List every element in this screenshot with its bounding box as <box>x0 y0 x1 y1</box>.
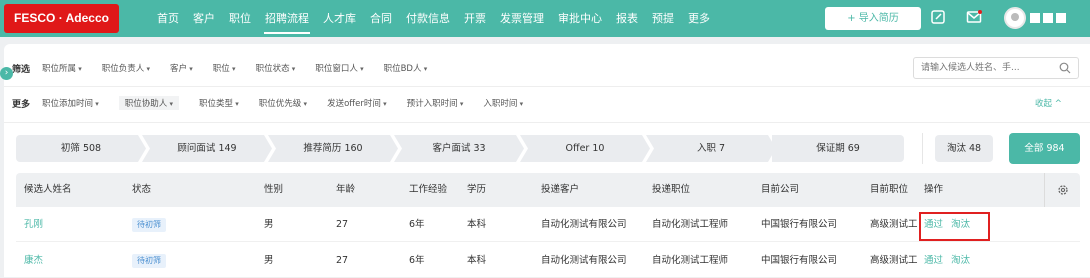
filter-assistant[interactable]: 职位协助人 <box>118 96 180 110</box>
cell-gender: 男 <box>264 255 274 266</box>
nav-item-recruiting-flow[interactable]: 招聘流程 <box>258 0 316 37</box>
cell-position: 自动化测试工程师 <box>652 219 729 230</box>
mail-icon[interactable] <box>966 9 984 27</box>
cell-client: 自动化测试有限公司 <box>541 219 627 230</box>
candidate-name-link[interactable]: 孔刚 <box>24 207 43 242</box>
nav-item-contracts[interactable]: 合同 <box>363 0 399 37</box>
more-filter-label: 更多 <box>12 99 31 110</box>
candidate-search-box <box>913 57 1079 79</box>
nav-item-talent-pool[interactable]: 人才库 <box>316 0 363 37</box>
col-education: 学历 <box>467 184 487 195</box>
cell-company: 中国银行有限公司 <box>761 255 838 266</box>
col-actions: 操作 <box>924 184 944 195</box>
stage-offer[interactable]: Offer 10 <box>520 135 650 162</box>
cell-experience: 6年 <box>409 255 425 266</box>
user-name-redacted[interactable] <box>1030 13 1066 23</box>
filter-onboard-time[interactable]: 入职时间 <box>483 97 523 109</box>
highlight-box <box>919 212 990 241</box>
filter-row-primary: 筛选 职位所属 职位负责人 客户 职位 职位状态 职位窗口人 职位BD人 <box>12 60 447 76</box>
edit-icon[interactable] <box>930 9 948 27</box>
pass-button[interactable]: 通过 <box>924 243 943 278</box>
filter-label: 筛选 <box>12 64 31 75</box>
col-current-company: 目前公司 <box>761 184 800 195</box>
expand-sidebar-icon[interactable]: › <box>0 67 13 80</box>
divider <box>922 133 923 164</box>
nav-item-approvals[interactable]: 审批中心 <box>551 0 609 37</box>
filter-offer-time[interactable]: 发送offer时间 <box>327 97 387 109</box>
cell-gender: 男 <box>264 219 274 230</box>
status-badge: 待初筛 <box>132 254 166 268</box>
cell-current-position: 高级测试工 <box>870 255 918 266</box>
gear-icon <box>1058 185 1068 195</box>
stage-pipeline: 初筛 508 顾问面试 149 推荐简历 160 客户面试 33 Offer 1… <box>16 135 904 162</box>
cell-experience: 6年 <box>409 219 425 230</box>
divider <box>4 86 1090 87</box>
nav-item-home[interactable]: 首页 <box>150 0 186 37</box>
col-gender: 性别 <box>264 184 284 195</box>
filter-position-type[interactable]: 职位类型 <box>199 97 239 109</box>
collapse-filters-link[interactable]: 收起 ^ <box>1035 97 1062 109</box>
stage-consultant-interview[interactable]: 顾问面试 149 <box>142 135 272 162</box>
cell-company: 中国银行有限公司 <box>761 219 838 230</box>
status-badge: 待初筛 <box>132 218 166 232</box>
reject-button[interactable]: 淘汰 <box>951 243 970 278</box>
table-row[interactable]: 康杰 待初筛 男 27 6年 本科 自动化测试有限公司 自动化测试工程师 中国银… <box>16 243 1080 278</box>
nav-item-clients[interactable]: 客户 <box>186 0 222 37</box>
col-age: 年龄 <box>336 184 356 195</box>
filter-client[interactable]: 客户 <box>170 62 193 74</box>
nav-item-invoicing[interactable]: 开票 <box>457 0 493 37</box>
filter-position-manager[interactable]: 职位负责人 <box>102 62 150 74</box>
filter-bd-person[interactable]: 职位BD人 <box>384 62 428 74</box>
top-nav-bar: FESCO · Adecco 首页 客户 职位 招聘流程 人才库 合同 付款信息… <box>0 0 1090 37</box>
cell-client: 自动化测试有限公司 <box>541 255 627 266</box>
all-candidates-button[interactable]: 全部 984 <box>1009 133 1080 164</box>
cell-position: 自动化测试工程师 <box>652 255 729 266</box>
candidate-search-input[interactable] <box>921 58 1061 78</box>
nav-item-invoice-mgmt[interactable]: 发票管理 <box>493 0 551 37</box>
brand-logo[interactable]: FESCO · Adecco <box>4 4 119 33</box>
filter-row-more: 更多 职位添加时间 职位协助人 职位类型 职位优先级 发送offer时间 预计入… <box>12 95 543 111</box>
stage-onboard[interactable]: 入职 7 <box>646 135 776 162</box>
filter-priority[interactable]: 职位优先级 <box>259 97 307 109</box>
filter-position-status[interactable]: 职位状态 <box>256 62 296 74</box>
stage-guarantee[interactable]: 保证期 69 <box>772 135 904 162</box>
filter-add-time[interactable]: 职位添加时间 <box>42 97 99 109</box>
cell-age: 27 <box>336 219 349 230</box>
filter-position-owner[interactable]: 职位所属 <box>42 62 82 74</box>
nav-item-more[interactable]: 更多 <box>681 0 717 37</box>
user-avatar[interactable] <box>1004 7 1026 29</box>
search-icon[interactable] <box>1059 62 1071 74</box>
eliminated-filter-button[interactable]: 淘汰 48 <box>935 135 993 162</box>
cell-education: 本科 <box>467 255 487 266</box>
col-client: 投递客户 <box>541 184 580 195</box>
cell-current-position: 高级测试工 <box>870 219 918 230</box>
col-candidate-name: 候选人姓名 <box>24 184 72 195</box>
import-resume-button[interactable]: + 导入简历 <box>825 7 921 30</box>
col-position: 投递职位 <box>652 184 691 195</box>
stage-recommend-resume[interactable]: 推荐简历 160 <box>268 135 398 162</box>
nav-item-reports[interactable]: 报表 <box>609 0 645 37</box>
divider <box>4 122 1090 123</box>
col-status: 状态 <box>132 184 152 195</box>
filter-position[interactable]: 职位 <box>213 62 236 74</box>
main-nav: 首页 客户 职位 招聘流程 人才库 合同 付款信息 开票 发票管理 审批中心 报… <box>150 0 717 37</box>
cell-education: 本科 <box>467 219 487 230</box>
cell-age: 27 <box>336 255 349 266</box>
stage-client-interview[interactable]: 客户面试 33 <box>394 135 524 162</box>
col-experience: 工作经验 <box>409 184 448 195</box>
filter-window-person[interactable]: 职位窗口人 <box>315 62 363 74</box>
table-header: 候选人姓名 状态 性别 年龄 工作经验 学历 投递客户 投递职位 目前公司 目前… <box>16 173 1080 207</box>
nav-item-positions[interactable]: 职位 <box>222 0 258 37</box>
stage-initial-screen[interactable]: 初筛 508 <box>16 135 146 162</box>
nav-item-payments[interactable]: 付款信息 <box>399 0 457 37</box>
filter-expected-onboard[interactable]: 预计入职时间 <box>407 97 464 109</box>
candidate-name-link[interactable]: 康杰 <box>24 243 43 278</box>
nav-item-accruals[interactable]: 预提 <box>645 0 681 37</box>
col-current-position: 目前职位 <box>870 184 909 195</box>
column-settings-button[interactable] <box>1044 173 1080 207</box>
